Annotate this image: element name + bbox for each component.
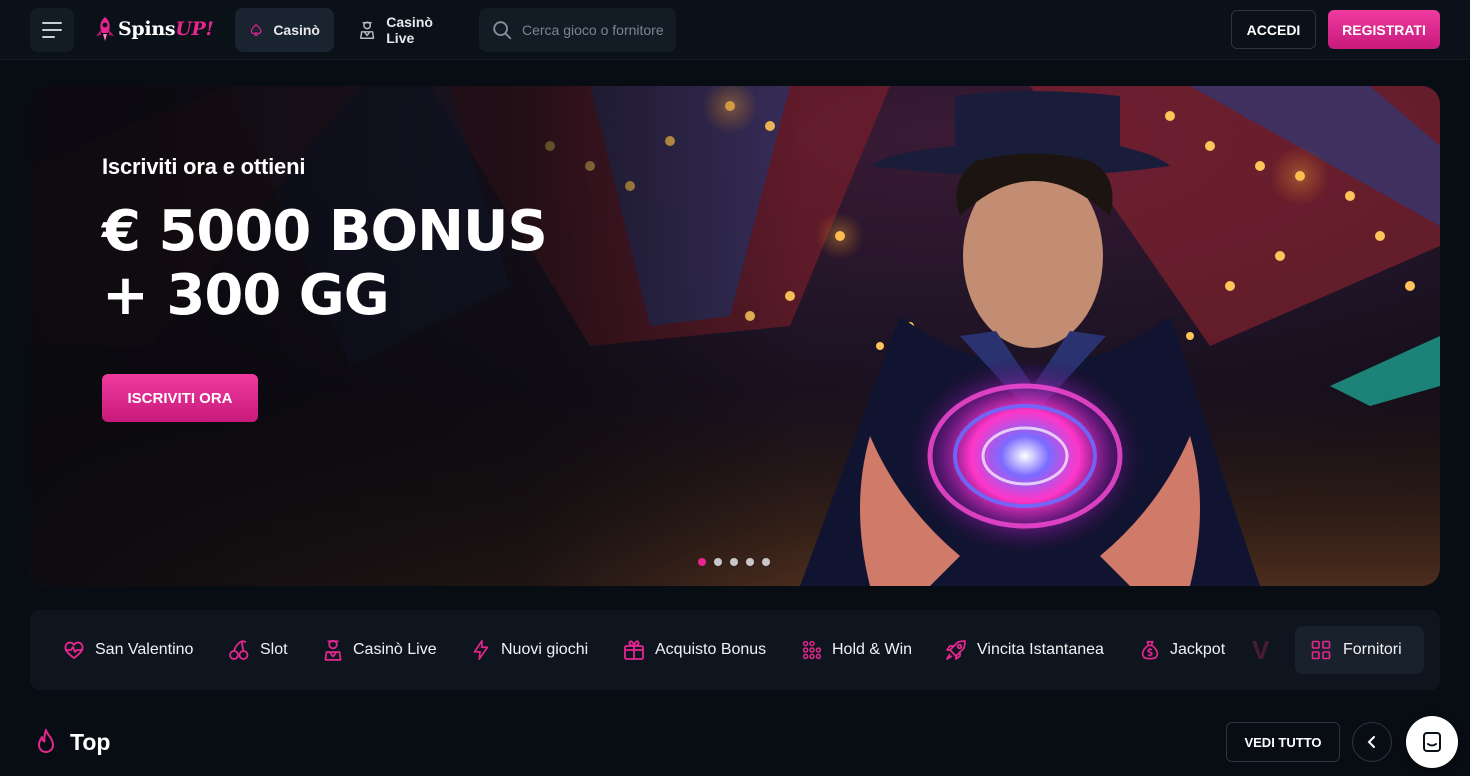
hero-banner[interactable]: Iscriviti ora e ottieni € 5000 BONUS + 3… bbox=[30, 86, 1440, 586]
tab-live-label: Casinò Live bbox=[386, 14, 433, 46]
gift-icon bbox=[624, 640, 644, 660]
chevron-left-icon bbox=[1367, 736, 1375, 748]
tab-casino[interactable]: Casinò bbox=[235, 8, 334, 52]
tab-casino-label: Casinò bbox=[273, 22, 320, 38]
carousel-prev-button[interactable] bbox=[1352, 722, 1392, 762]
dealer-icon bbox=[360, 21, 375, 39]
cherries-icon bbox=[229, 640, 249, 660]
grid-icon bbox=[1311, 640, 1331, 660]
providers-label: Fornitori bbox=[1343, 641, 1402, 658]
category-jackpot[interactable]: Jackpot bbox=[1139, 630, 1225, 670]
flame-icon bbox=[38, 729, 54, 753]
search-icon bbox=[493, 21, 512, 40]
providers-button[interactable]: Fornitori bbox=[1295, 626, 1424, 674]
search-box[interactable] bbox=[479, 8, 676, 52]
hamburger-menu-icon bbox=[42, 22, 62, 24]
hero-subtitle: Iscriviti ora e ottieni bbox=[102, 154, 306, 179]
category-new-games[interactable]: Nuovi giochi bbox=[470, 630, 588, 670]
category-san-valentino[interactable]: San Valentino bbox=[62, 630, 193, 670]
hero-title-line-1: € 5000 BONUS bbox=[102, 199, 548, 264]
grid-dots-icon bbox=[802, 640, 822, 660]
tab-casino-live[interactable]: Casinò Live bbox=[344, 8, 472, 52]
category-casino-live[interactable]: Casinò Live bbox=[322, 630, 437, 670]
category-bonus-buy[interactable]: Acquisto Bonus bbox=[622, 630, 766, 670]
carousel-dot-1[interactable] bbox=[698, 558, 706, 566]
hero-title-line-2: + 300 GG bbox=[102, 263, 390, 328]
category-instant-win[interactable]: Vincita Istantanea bbox=[944, 630, 1104, 670]
logo[interactable]: SpinsUP! bbox=[92, 14, 214, 44]
category-slot[interactable]: Slot bbox=[227, 630, 288, 670]
rocket-icon bbox=[946, 640, 966, 660]
category-overflow-fade: V bbox=[1252, 634, 1270, 665]
live-chat-button[interactable] bbox=[1406, 716, 1458, 768]
hero-title: € 5000 BONUS + 300 GG bbox=[102, 199, 548, 328]
carousel-dot-3[interactable] bbox=[730, 558, 738, 566]
carousel-dots bbox=[698, 558, 770, 566]
money-bag-icon bbox=[1141, 640, 1159, 660]
search-input[interactable] bbox=[522, 22, 672, 38]
carousel-dot-4[interactable] bbox=[746, 558, 754, 566]
rocket-logo-icon bbox=[96, 17, 114, 41]
category-bar: San Valentino Slot Casinò Live Nuovi gio… bbox=[30, 610, 1440, 690]
top-header: SpinsUP! Casinò Casinò Live ACCEDI REGIS… bbox=[0, 0, 1470, 60]
category-hold-and-win[interactable]: Hold & Win bbox=[801, 630, 912, 670]
dealer-icon bbox=[324, 639, 342, 661]
heart-icon bbox=[64, 641, 84, 659]
register-button[interactable]: REGISTRATI bbox=[1328, 10, 1440, 49]
login-button[interactable]: ACCEDI bbox=[1231, 10, 1316, 49]
spade-icon bbox=[250, 24, 262, 36]
menu-button[interactable] bbox=[30, 8, 74, 52]
section-title-top: Top bbox=[34, 724, 110, 760]
lightning-icon bbox=[473, 640, 489, 660]
section-title-label: Top bbox=[70, 728, 111, 755]
chat-icon bbox=[1423, 732, 1441, 752]
carousel-dot-2[interactable] bbox=[714, 558, 722, 566]
logo-text: SpinsUP! bbox=[118, 18, 214, 40]
see-all-button[interactable]: VEDI TUTTO bbox=[1226, 722, 1340, 762]
signup-now-button[interactable]: ISCRIVITI ORA bbox=[102, 374, 258, 422]
carousel-dot-5[interactable] bbox=[762, 558, 770, 566]
